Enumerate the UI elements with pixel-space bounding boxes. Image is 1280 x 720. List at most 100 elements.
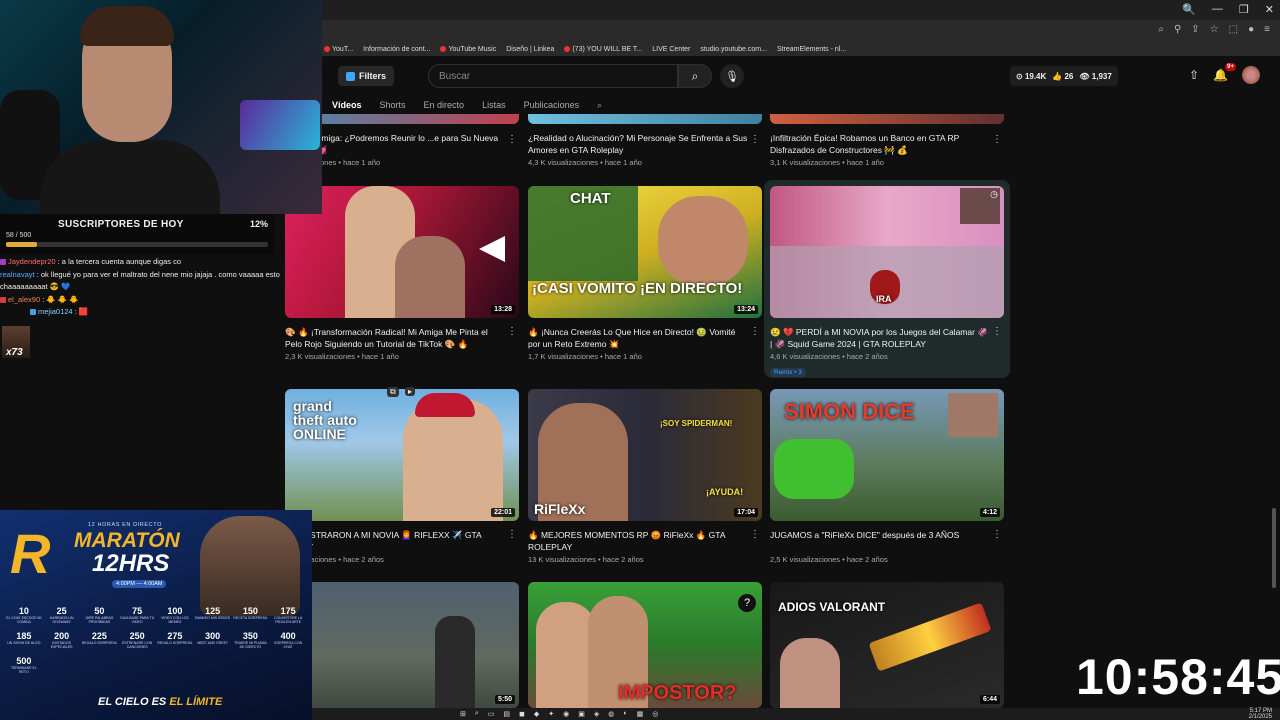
maximize-icon[interactable]: ❐ [1239,3,1249,16]
taskbar-clock[interactable]: 5:17 PM 2/1/2025 [1249,708,1272,720]
subs-progress-fill [6,242,38,247]
video-card[interactable]: SIMON DICE 4:12 JUGAMOS a "RiFleXx DICE"… [770,389,1004,564]
banner-subtitle: 12 HORAS EN DIRECTO [88,522,162,528]
bookmark-item[interactable]: Información de cont... [363,46,430,53]
video-title[interactable]: 😢 💔 PERDÍ a MI NOVIA por los Juegos del … [770,326,1004,350]
more-options-icon[interactable]: ⋮ [750,326,760,337]
bookmark-item[interactable]: (73) YOU WILL BE T... [564,46,642,53]
more-options-icon[interactable]: ⋮ [992,326,1002,337]
app-icon[interactable]: ◈ [594,710,599,718]
avatar[interactable] [1242,66,1260,84]
bookmark-icon[interactable]: ☆ [1210,24,1219,35]
video-card[interactable]: CHAT ¡CASI VOMITO ¡EN DIRECTO! 13:24 🔥 ¡… [528,186,762,361]
notifications-icon[interactable]: 🔔 9+ [1213,63,1236,82]
folder-icon[interactable]: ▤ [503,710,510,718]
search-input[interactable]: Buscar [428,64,678,88]
close-icon[interactable]: ✕ [1265,3,1274,16]
app-icon[interactable]: ◼ [519,710,525,718]
app-icon[interactable]: ▦ [637,710,644,718]
more-options-icon[interactable]: ⋮ [507,326,517,337]
app-icon[interactable]: ▣ [578,710,585,718]
more-options-icon[interactable]: ⋮ [507,134,517,145]
search-button[interactable]: ⌕ [678,64,712,88]
voice-search-button[interactable]: 🎙 [720,64,744,88]
tab-live[interactable]: En directo [424,100,465,110]
goal-grid: 10 EL CHAT ESCOGE MI COMIDA 25 HAREMOS UN G… [6,606,306,678]
translate-icon[interactable]: ⚲ [1174,24,1181,35]
steam-icon[interactable]: ◎ [652,710,658,718]
extensions-icon[interactable]: ⬚ [1229,24,1238,35]
video-thumbnail[interactable]: CHAT ¡CASI VOMITO ¡EN DIRECTO! 13:24 [528,186,762,318]
queue-icon[interactable]: ⧉ [387,387,399,397]
upload-icon[interactable]: ⇧ [1189,68,1199,82]
more-options-icon[interactable]: ⋮ [992,134,1002,145]
more-options-icon[interactable]: ⋮ [750,529,760,540]
app-icon[interactable]: ✦ [548,710,554,718]
video-thumbnail[interactable] [770,114,1004,124]
video-title[interactable]: ¿Realidad o Alucinación? Mi Personaje Se… [528,132,762,156]
bookmark-item[interactable]: StreamElements - nl... [777,46,846,53]
scrollbar[interactable] [1272,508,1276,588]
video-title[interactable]: 🔥 MEJORES MOMENTOS RP 😡 RiFleXx 🔥 GTA RO… [528,529,762,553]
bookmark-item[interactable]: studio.youtube.com... [700,46,767,53]
video-thumbnail[interactable]: SIMON DICE 4:12 [770,389,1004,521]
thumbnail-text: ¡CASI VOMITO ¡EN DIRECTO! [532,280,743,297]
video-thumbnail[interactable]: grand theft auto ONLINE 22:01 [285,389,519,521]
video-card[interactable]: ¡SOY SPIDERMAN! ¡AYUDA! RiFleXx 17:04 🔥 … [528,389,762,564]
video-thumbnail[interactable]: IMPOSTOR? ? [528,582,762,708]
video-card[interactable]: IMPOSTOR? ? [528,582,762,708]
browser-icon[interactable]: ◉ [563,710,569,718]
tab-posts[interactable]: Publicaciones [524,100,580,110]
video-duration: 6:44 [979,695,1000,704]
search-icon[interactable]: ⌕ [475,710,479,718]
video-thumbnail[interactable]: IRA ◷ [770,186,1004,318]
video-thumbnail[interactable]: ¡SOY SPIDERMAN! ¡AYUDA! RiFleXx 17:04 [528,389,762,521]
app-icon[interactable]: ◐ [623,710,627,718]
share-icon[interactable]: ⇪ [1191,24,1199,35]
search-icon[interactable]: 🔍 [1182,3,1196,16]
bookmark-item[interactable]: LIVE Center [652,46,690,53]
bookmark-item[interactable]: YouTube Music [440,46,496,53]
person-image [403,399,503,521]
video-card[interactable]: IRA ◷ 😢 💔 PERDÍ a MI NOVIA por los Juego… [770,186,1004,379]
video-title[interactable]: ¡Infiltración Épica! Robamos un Banco en… [770,132,1004,156]
tab-videos[interactable]: Vídeos [332,100,362,110]
explorer-icon[interactable]: ▭ [488,710,495,718]
video-card[interactable]: grand theft auto ONLINE 22:01 ⧉ ▸ ...CUE… [285,387,519,564]
search-icon[interactable]: ⌕ [597,100,602,111]
more-options-icon[interactable]: ⋮ [750,134,760,145]
banner-title: MARATÓN [74,529,180,552]
video-card[interactable]: ¿Realidad o Alucinación? Mi Personaje Se… [528,132,762,167]
menu-icon[interactable]: ≡ [1264,24,1270,35]
channel-stats[interactable]: ⊙ 19.4K 👍 26 👁 1,937 [1010,66,1118,86]
watch-later-icon[interactable]: ◷ [990,189,998,200]
video-thumbnail[interactable] [528,114,762,124]
tab-shorts[interactable]: Shorts [380,100,406,110]
video-title[interactable]: ...CUESTRARON A MI NOVIA 👩‍🦰 RIFLEXX ✈️ … [285,529,519,553]
video-card[interactable]: ¡Infiltración Épica! Robamos un Banco en… [770,132,1004,167]
play-icon[interactable]: ▸ [405,387,416,396]
video-card[interactable]: ADIOS VALORANT 6:44 [770,582,1004,708]
video-title[interactable]: 🎨 🔥 ¡Transformación Radical! Mi Amiga Me… [285,326,519,350]
video-title[interactable]: 🔥 ¡Nunca Creerás Lo Que Hice en Directo!… [528,326,762,350]
video-title[interactable]: JUGAMOS a "RiFleXx DICE" después de 3 AÑ… [770,529,1004,553]
mic-icon: 🎙 [725,70,739,83]
spotify-icon[interactable]: ◍ [608,710,614,718]
bookmark-item[interactable]: YouT... [324,46,353,53]
remix-badge[interactable]: Remix • 3 [770,368,806,377]
minimize-icon[interactable]: — [1212,3,1223,16]
video-card[interactable]: 5:50 [285,582,519,708]
more-options-icon[interactable]: ⋮ [992,529,1002,540]
zoom-icon[interactable]: ⌕ [1158,24,1164,35]
profile-icon[interactable]: ● [1248,24,1254,35]
windows-start-icon[interactable]: ⊞ [460,710,466,718]
tab-playlists[interactable]: Listas [482,100,506,110]
video-thumbnail[interactable]: ADIOS VALORANT 6:44 [770,582,1004,708]
goal-text: HAREMOS UN GIVEAWAY [49,616,74,624]
bookmark-item[interactable]: Diseño | Linkea [506,46,554,53]
filters-button[interactable]: Filters [338,66,395,86]
more-options-icon[interactable]: ⋮ [507,529,517,540]
video-thumbnail[interactable]: 5:50 [285,582,519,708]
taskbar-icons: ⊞ ⌕ ▭ ▤ ◼ ◆ ✦ ◉ ▣ ◈ ◍ ◐ ▦ ◎ [460,710,658,718]
app-icon[interactable]: ◆ [534,710,539,718]
